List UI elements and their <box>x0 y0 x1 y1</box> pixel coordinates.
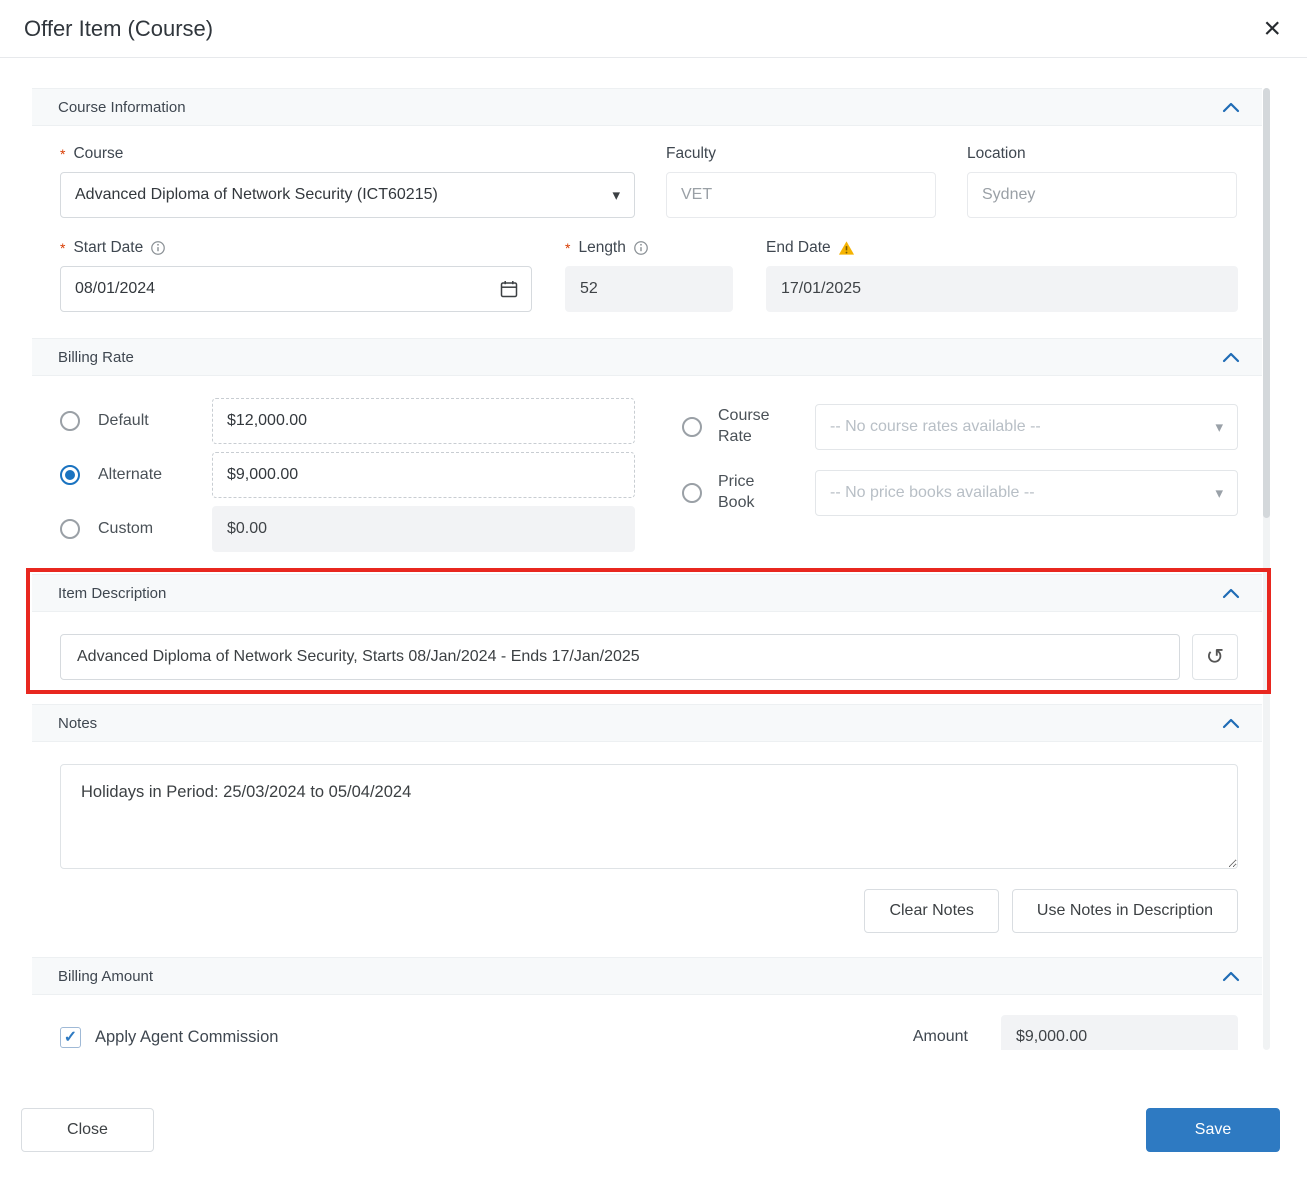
radio-course-rate[interactable] <box>682 417 702 437</box>
close-button[interactable]: Close <box>21 1108 154 1152</box>
radio-alternate-rate[interactable]: Alternate <box>60 465 162 485</box>
history-icon: ↺ <box>1206 644 1224 669</box>
start-date-label: *Start Date <box>60 238 532 257</box>
section-notes: Notes Holidays in Period: 25/03/2024 to … <box>32 704 1262 957</box>
course-select-value: Advanced Diploma of Network Security (IC… <box>75 186 438 204</box>
custom-rate-input <box>212 506 635 552</box>
caret-down-icon: ▾ <box>1215 418 1223 436</box>
caret-down-icon: ▾ <box>612 186 620 204</box>
course-rate-label: Course Rate <box>718 406 794 448</box>
required-marker: * <box>60 240 65 256</box>
location-field <box>967 172 1237 218</box>
section-title: Course Information <box>58 99 186 116</box>
caret-down-icon: ▾ <box>1215 484 1223 502</box>
course-label: *Course <box>60 144 635 163</box>
apply-agent-commission-label: Apply Agent Commission <box>95 1028 278 1047</box>
course-rate-select[interactable]: -- No course rates available -- ▾ <box>815 404 1238 450</box>
start-date-input[interactable] <box>75 280 499 298</box>
checkbox-check-icon[interactable]: ✓ <box>60 1027 81 1048</box>
apply-agent-commission-checkbox[interactable]: ✓ Apply Agent Commission <box>60 1027 278 1048</box>
radio-label: Custom <box>98 520 153 538</box>
section-header-billing-amount[interactable]: Billing Amount <box>32 957 1262 995</box>
vertical-scrollbar[interactable] <box>1263 88 1270 1050</box>
dialog-header: Offer Item (Course) × <box>0 0 1307 58</box>
radio-dot[interactable] <box>60 519 80 539</box>
end-date-field <box>766 266 1238 312</box>
faculty-label: Faculty <box>666 144 936 163</box>
section-billing-rate: Billing Rate Default Alternate <box>32 338 1262 574</box>
end-date-label: End Date <box>766 238 1238 257</box>
section-title: Billing Rate <box>58 349 134 366</box>
section-header-notes[interactable]: Notes <box>32 704 1262 742</box>
radio-price-book[interactable] <box>682 483 702 503</box>
section-billing-amount: Billing Amount ✓ Apply Agent Commission … <box>32 957 1262 1050</box>
info-icon <box>150 240 166 256</box>
location-label: Location <box>967 144 1237 163</box>
chevron-up-icon[interactable] <box>1222 588 1240 599</box>
required-marker: * <box>565 240 570 256</box>
section-course-information: Course Information *Course Advanced Dipl… <box>32 88 1262 338</box>
faculty-field <box>666 172 936 218</box>
radio-label: Default <box>98 412 149 430</box>
item-description-input[interactable] <box>60 634 1180 680</box>
alternate-rate-input[interactable] <box>212 452 635 498</box>
course-rate-placeholder: -- No course rates available -- <box>830 418 1041 436</box>
scrollbar-thumb[interactable] <box>1263 88 1270 518</box>
reset-description-button[interactable]: ↺ <box>1192 634 1238 680</box>
price-book-select[interactable]: -- No price books available -- ▾ <box>815 470 1238 516</box>
section-header-billing-rate[interactable]: Billing Rate <box>32 338 1262 376</box>
save-button[interactable]: Save <box>1146 1108 1280 1152</box>
dialog-title: Offer Item (Course) <box>24 16 213 42</box>
section-header-course-information[interactable]: Course Information <box>32 88 1262 126</box>
notes-body: Holidays in Period: 25/03/2024 to 05/04/… <box>32 742 1262 957</box>
length-label: *Length <box>565 238 733 257</box>
price-book-placeholder: -- No price books available -- <box>830 484 1035 502</box>
dialog-footer: Close Save <box>0 1108 1307 1152</box>
radio-dot[interactable] <box>60 411 80 431</box>
required-marker: * <box>60 146 65 162</box>
radio-default-rate[interactable]: Default <box>60 411 149 431</box>
default-rate-input[interactable] <box>212 398 635 444</box>
chevron-up-icon[interactable] <box>1222 971 1240 982</box>
chevron-up-icon[interactable] <box>1222 102 1240 113</box>
close-icon[interactable]: × <box>1263 14 1281 44</box>
item-description-body: ↺ <box>32 612 1262 704</box>
chevron-up-icon[interactable] <box>1222 352 1240 363</box>
section-title: Billing Amount <box>58 968 153 985</box>
calendar-icon[interactable] <box>499 279 519 299</box>
chevron-up-icon[interactable] <box>1222 718 1240 729</box>
section-item-description: Item Description ↺ <box>32 574 1262 704</box>
amount-label: Amount <box>913 1028 968 1046</box>
use-notes-in-description-button[interactable]: Use Notes in Description <box>1012 889 1238 933</box>
length-field <box>565 266 733 312</box>
notes-textarea[interactable]: Holidays in Period: 25/03/2024 to 05/04/… <box>60 764 1238 869</box>
radio-label: Alternate <box>98 466 162 484</box>
price-book-label: Price Book <box>718 472 794 514</box>
radio-dot[interactable] <box>682 483 702 503</box>
billing-rate-body: Default Alternate Custom <box>32 376 1262 574</box>
dialog-body: Course Information *Course Advanced Dipl… <box>0 58 1307 1050</box>
clear-notes-button[interactable]: Clear Notes <box>864 889 998 933</box>
section-title: Item Description <box>58 585 166 602</box>
warning-icon <box>838 240 855 256</box>
billing-amount-body: ✓ Apply Agent Commission Amount <box>32 995 1262 1050</box>
course-select[interactable]: Advanced Diploma of Network Security (IC… <box>60 172 635 218</box>
section-title: Notes <box>58 715 97 732</box>
radio-custom-rate[interactable]: Custom <box>60 519 153 539</box>
amount-field <box>1001 1015 1238 1050</box>
info-icon <box>633 240 649 256</box>
section-header-item-description[interactable]: Item Description <box>32 574 1262 612</box>
course-information-body: *Course Advanced Diploma of Network Secu… <box>32 126 1262 338</box>
start-date-field[interactable] <box>60 266 532 312</box>
radio-dot[interactable] <box>682 417 702 437</box>
radio-dot-selected[interactable] <box>60 465 80 485</box>
